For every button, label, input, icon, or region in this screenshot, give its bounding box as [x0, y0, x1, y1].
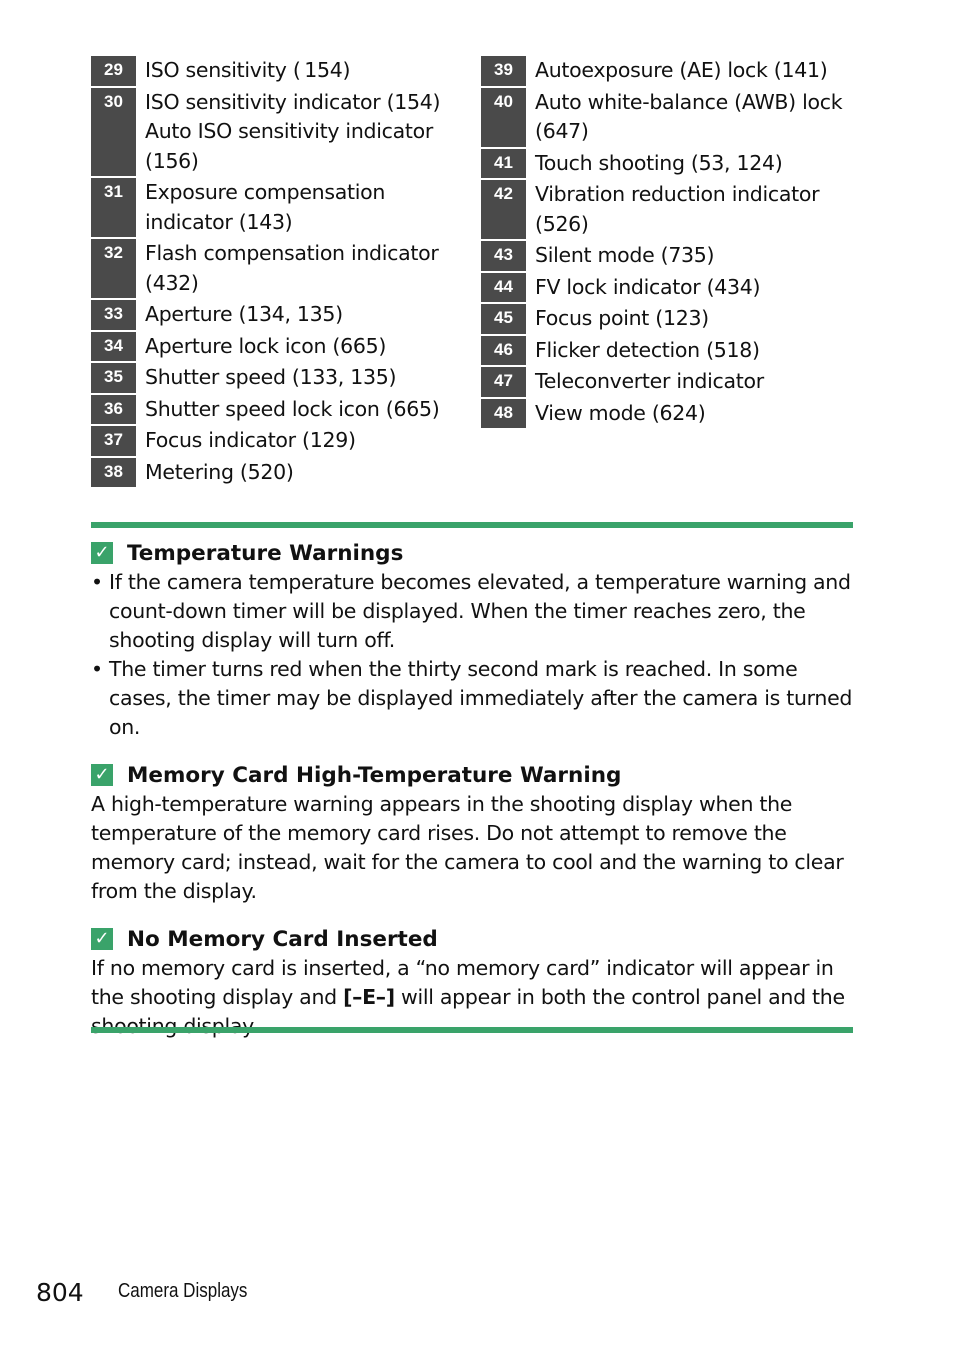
top-divider	[91, 522, 853, 528]
item-text: Auto white-balance (AWB) lock (647)	[535, 89, 843, 144]
item-number: 46	[481, 335, 526, 365]
check-icon: ✓	[91, 542, 113, 564]
item-text: Touch shooting (53, 124)	[535, 150, 783, 175]
bullet-item: If the camera temperature becomes elevat…	[91, 568, 853, 655]
section-heading: ✓ Temperature Warnings	[91, 538, 853, 568]
bullet-item: The timer turns red when the thirty seco…	[91, 655, 853, 742]
item-text: Shutter speed (133, 135)	[145, 365, 397, 389]
section-heading: ✓ Memory Card High-Temperature Warning	[91, 760, 853, 790]
item-text: Teleconverter indicator	[535, 369, 764, 393]
item-text: Silent mode (735)	[535, 243, 715, 267]
item-text: Autoexposure (AE) lock (141)	[535, 58, 828, 82]
notes-panel: ✓ Temperature Warnings If the camera tem…	[91, 522, 853, 1041]
item-text: Exposure compensation indicator (143)	[145, 180, 386, 234]
item-text: Focus point (123)	[535, 306, 709, 330]
item-number: 38	[91, 457, 136, 487]
right-index-column: 39 Autoexposure (AE) lock (141) 40 Auto whi…	[481, 56, 861, 430]
bullet-list: If the camera temperature becomes elevat…	[91, 568, 853, 742]
item-text: Focus indicator (129)	[145, 428, 356, 452]
index-item: 44 FV lock indicator (434)	[481, 272, 861, 302]
item-number: 34	[91, 331, 136, 361]
index-item: 34 Aperture lock icon (665)	[91, 331, 471, 361]
index-item: 47 Teleconverter indicator	[481, 367, 861, 397]
index-item: 37 Focus indicator (129)	[91, 426, 471, 456]
item-number: 40	[481, 87, 526, 147]
item-number: 36	[91, 394, 136, 424]
temperature-warnings-section: ✓ Temperature Warnings If the camera tem…	[91, 538, 853, 742]
index-item: 29 ISO sensitivity ( 154)	[91, 56, 471, 86]
index-item: 46 Flicker detection (518)	[481, 335, 861, 365]
item-number: 42	[481, 180, 526, 239]
item-number: 47	[481, 367, 526, 397]
section-title: Temperature Warnings	[127, 540, 404, 566]
section-body: A high-temperature warning appears in th…	[91, 792, 844, 903]
section-title: No Memory Card Inserted	[127, 926, 438, 952]
error-indicator-text: [–E–]	[343, 985, 395, 1009]
item-number: 29	[91, 56, 136, 86]
item-number: 41	[481, 148, 526, 178]
section-heading: ✓ No Memory Card Inserted	[91, 924, 853, 954]
item-number: 45	[481, 304, 526, 334]
item-number: 33	[91, 300, 136, 330]
section-title: Memory Card High-Temperature Warning	[127, 762, 622, 788]
item-number: 30	[91, 87, 136, 176]
check-icon: ✓	[91, 764, 113, 786]
item-text: Metering (520)	[145, 459, 294, 484]
index-item: 36 Shutter speed lock icon (665)	[91, 394, 471, 424]
item-number: 48	[481, 398, 526, 428]
index-item: 39 Autoexposure (AE) lock (141)	[481, 56, 861, 86]
index-item: 32 Flash compensation indicator (432)	[91, 239, 471, 298]
item-text: Flicker detection (518)	[535, 337, 760, 362]
item-number: 39	[481, 56, 526, 86]
index-item: 38 Metering (520)	[91, 457, 471, 487]
item-number: 35	[91, 363, 136, 393]
index-item: 35 Shutter speed (133, 135)	[91, 363, 471, 393]
item-text: Shutter speed lock icon (665)	[145, 396, 440, 421]
item-text: Vibration reduction indicator (526)	[535, 182, 820, 236]
check-icon: ✓	[91, 928, 113, 950]
item-text: ISO sensitivity indicator (154) Auto ISO…	[145, 89, 441, 173]
item-text: Aperture lock icon (665)	[145, 333, 387, 358]
index-item: 41 Touch shooting (53, 124)	[481, 148, 861, 178]
index-item: 45 Focus point (123)	[481, 304, 861, 334]
index-item: 48 View mode (624)	[481, 398, 861, 428]
index-item: 40 Auto white-balance (AWB) lock (647)	[481, 87, 861, 147]
item-text: Flash compensation indicator (432)	[145, 241, 439, 295]
index-item: 43 Silent mode (735)	[481, 241, 861, 271]
page-number: 804	[36, 1278, 84, 1307]
index-item: 42 Vibration reduction indicator (526)	[481, 180, 861, 239]
item-number: 44	[481, 272, 526, 302]
bottom-divider	[91, 1027, 853, 1033]
index-item: 30 ISO sensitivity indicator (154) Auto I…	[91, 87, 471, 176]
left-index-column: 29 ISO sensitivity ( 154) 30 ISO sensitivit…	[91, 56, 471, 489]
item-number: 37	[91, 426, 136, 456]
item-text: ISO sensitivity ( 154)	[145, 58, 351, 82]
item-text: FV lock indicator (434)	[535, 274, 761, 299]
no-memory-card-section: ✓ No Memory Card Inserted If no memory c…	[91, 924, 853, 1041]
item-number: 32	[91, 239, 136, 298]
item-text: Aperture (134, 135)	[145, 302, 343, 326]
item-text: View mode (624)	[535, 400, 706, 425]
footer-section-title: Camera Displays	[118, 1280, 248, 1302]
index-item: 33 Aperture (134, 135)	[91, 300, 471, 330]
memory-card-temp-section: ✓ Memory Card High-Temperature Warning A…	[91, 760, 853, 906]
item-number: 43	[481, 241, 526, 271]
index-item: 31 Exposure compensation indicator (143)	[91, 178, 471, 237]
item-number: 31	[91, 178, 136, 237]
